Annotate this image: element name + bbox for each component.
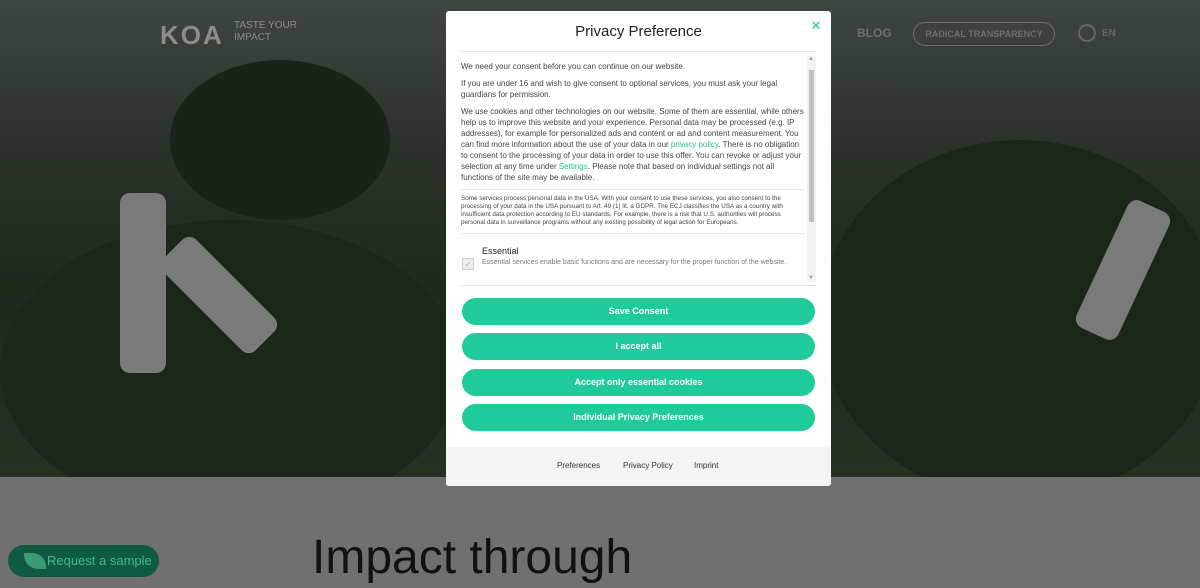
consent-paragraph: We use cookies and other technologies on… <box>461 107 804 182</box>
brand-logo[interactable]: KOA <box>160 20 224 51</box>
language-selector[interactable]: EN <box>1102 28 1116 39</box>
request-sample-button[interactable]: Request a sample <box>8 545 159 577</box>
essential-title: Essential <box>482 246 519 256</box>
footer-preferences-link[interactable]: Preferences <box>557 461 600 470</box>
leaf-icon <box>24 553 46 569</box>
modal-title: Privacy Preference <box>575 23 702 40</box>
scrollbar-thumb[interactable] <box>809 70 814 222</box>
footer-privacy-policy-link[interactable]: Privacy Policy <box>623 461 673 470</box>
footer-imprint-link[interactable]: Imprint <box>694 461 718 470</box>
brand-tagline: TASTE YOUR IMPACT <box>234 20 297 43</box>
usa-data-notice: Some services process personal data in t… <box>461 189 804 234</box>
globe-icon[interactable] <box>1078 24 1096 42</box>
save-consent-button[interactable]: Save Consent <box>462 298 815 325</box>
nav-blog-link[interactable]: BLOG <box>857 26 892 40</box>
forest-silhouette <box>820 140 1200 477</box>
scroll-up-icon[interactable]: ▲ <box>808 56 814 62</box>
hero-letter-k <box>120 193 166 373</box>
accept-essential-button[interactable]: Accept only essential cookies <box>462 369 815 396</box>
modal-footer: Preferences Privacy Policy Imprint <box>446 447 831 486</box>
scroll-down-icon[interactable]: ▼ <box>808 275 814 281</box>
settings-link[interactable]: Settings <box>559 162 588 171</box>
individual-preferences-button[interactable]: Individual Privacy Preferences <box>462 404 815 431</box>
essential-checkbox[interactable]: ✓ <box>462 258 474 270</box>
privacy-policy-link[interactable]: privacy policy <box>671 140 718 149</box>
nav-transparency-button[interactable]: RADICAL TRANSPARENCY <box>913 22 1055 46</box>
request-sample-label: Request a sample <box>47 553 152 568</box>
essential-category: ✓ Essential Essential services enable ba… <box>461 246 804 285</box>
accept-all-button[interactable]: I accept all <box>462 333 815 360</box>
privacy-modal: Privacy Preference ✕ We need your consen… <box>446 11 831 486</box>
consent-scroll-area[interactable]: We need your consent before you can cont… <box>461 51 816 286</box>
consent-paragraph: If you are under 16 and wish to give con… <box>461 79 778 99</box>
tree-silhouette <box>170 60 390 220</box>
scrollbar[interactable]: ▲ ▼ <box>807 56 816 282</box>
close-icon[interactable]: ✕ <box>809 19 823 33</box>
page-headline: Impact through <box>312 531 633 584</box>
essential-description: Essential services enable basic function… <box>482 259 787 266</box>
forest-silhouette <box>0 220 460 477</box>
consent-paragraph: We need your consent before you can cont… <box>461 62 685 71</box>
